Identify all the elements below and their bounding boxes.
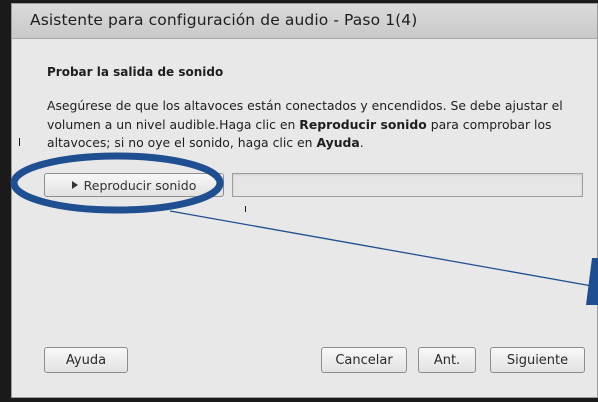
stray-mark <box>245 206 246 212</box>
instructions-bold-play: Reproducir sonido <box>299 116 427 132</box>
title-bar[interactable]: Asistente para configuración de audio - … <box>12 4 597 39</box>
sound-level-meter <box>232 173 583 197</box>
instructions-text: Asegúrese de que los altavoces están con… <box>47 97 587 153</box>
next-button[interactable]: Siguiente <box>490 347 585 373</box>
dialog-title: Asistente para configuración de audio - … <box>30 11 418 29</box>
stray-mark <box>19 138 20 146</box>
back-button[interactable]: Ant. <box>418 347 476 373</box>
instructions-bold-help: Ayuda <box>316 135 360 150</box>
instructions-part-3: . <box>359 135 364 150</box>
help-button[interactable]: Ayuda <box>44 347 128 373</box>
section-heading: Probar la salida de sonido <box>47 65 224 79</box>
cancel-button[interactable]: Cancelar <box>321 347 407 373</box>
play-sound-button[interactable]: Reproducir sonido <box>44 173 224 197</box>
play-sound-label: Reproducir sonido <box>83 177 197 193</box>
audio-setup-wizard-dialog: Asistente para configuración de audio - … <box>11 3 598 398</box>
play-icon <box>71 181 78 189</box>
